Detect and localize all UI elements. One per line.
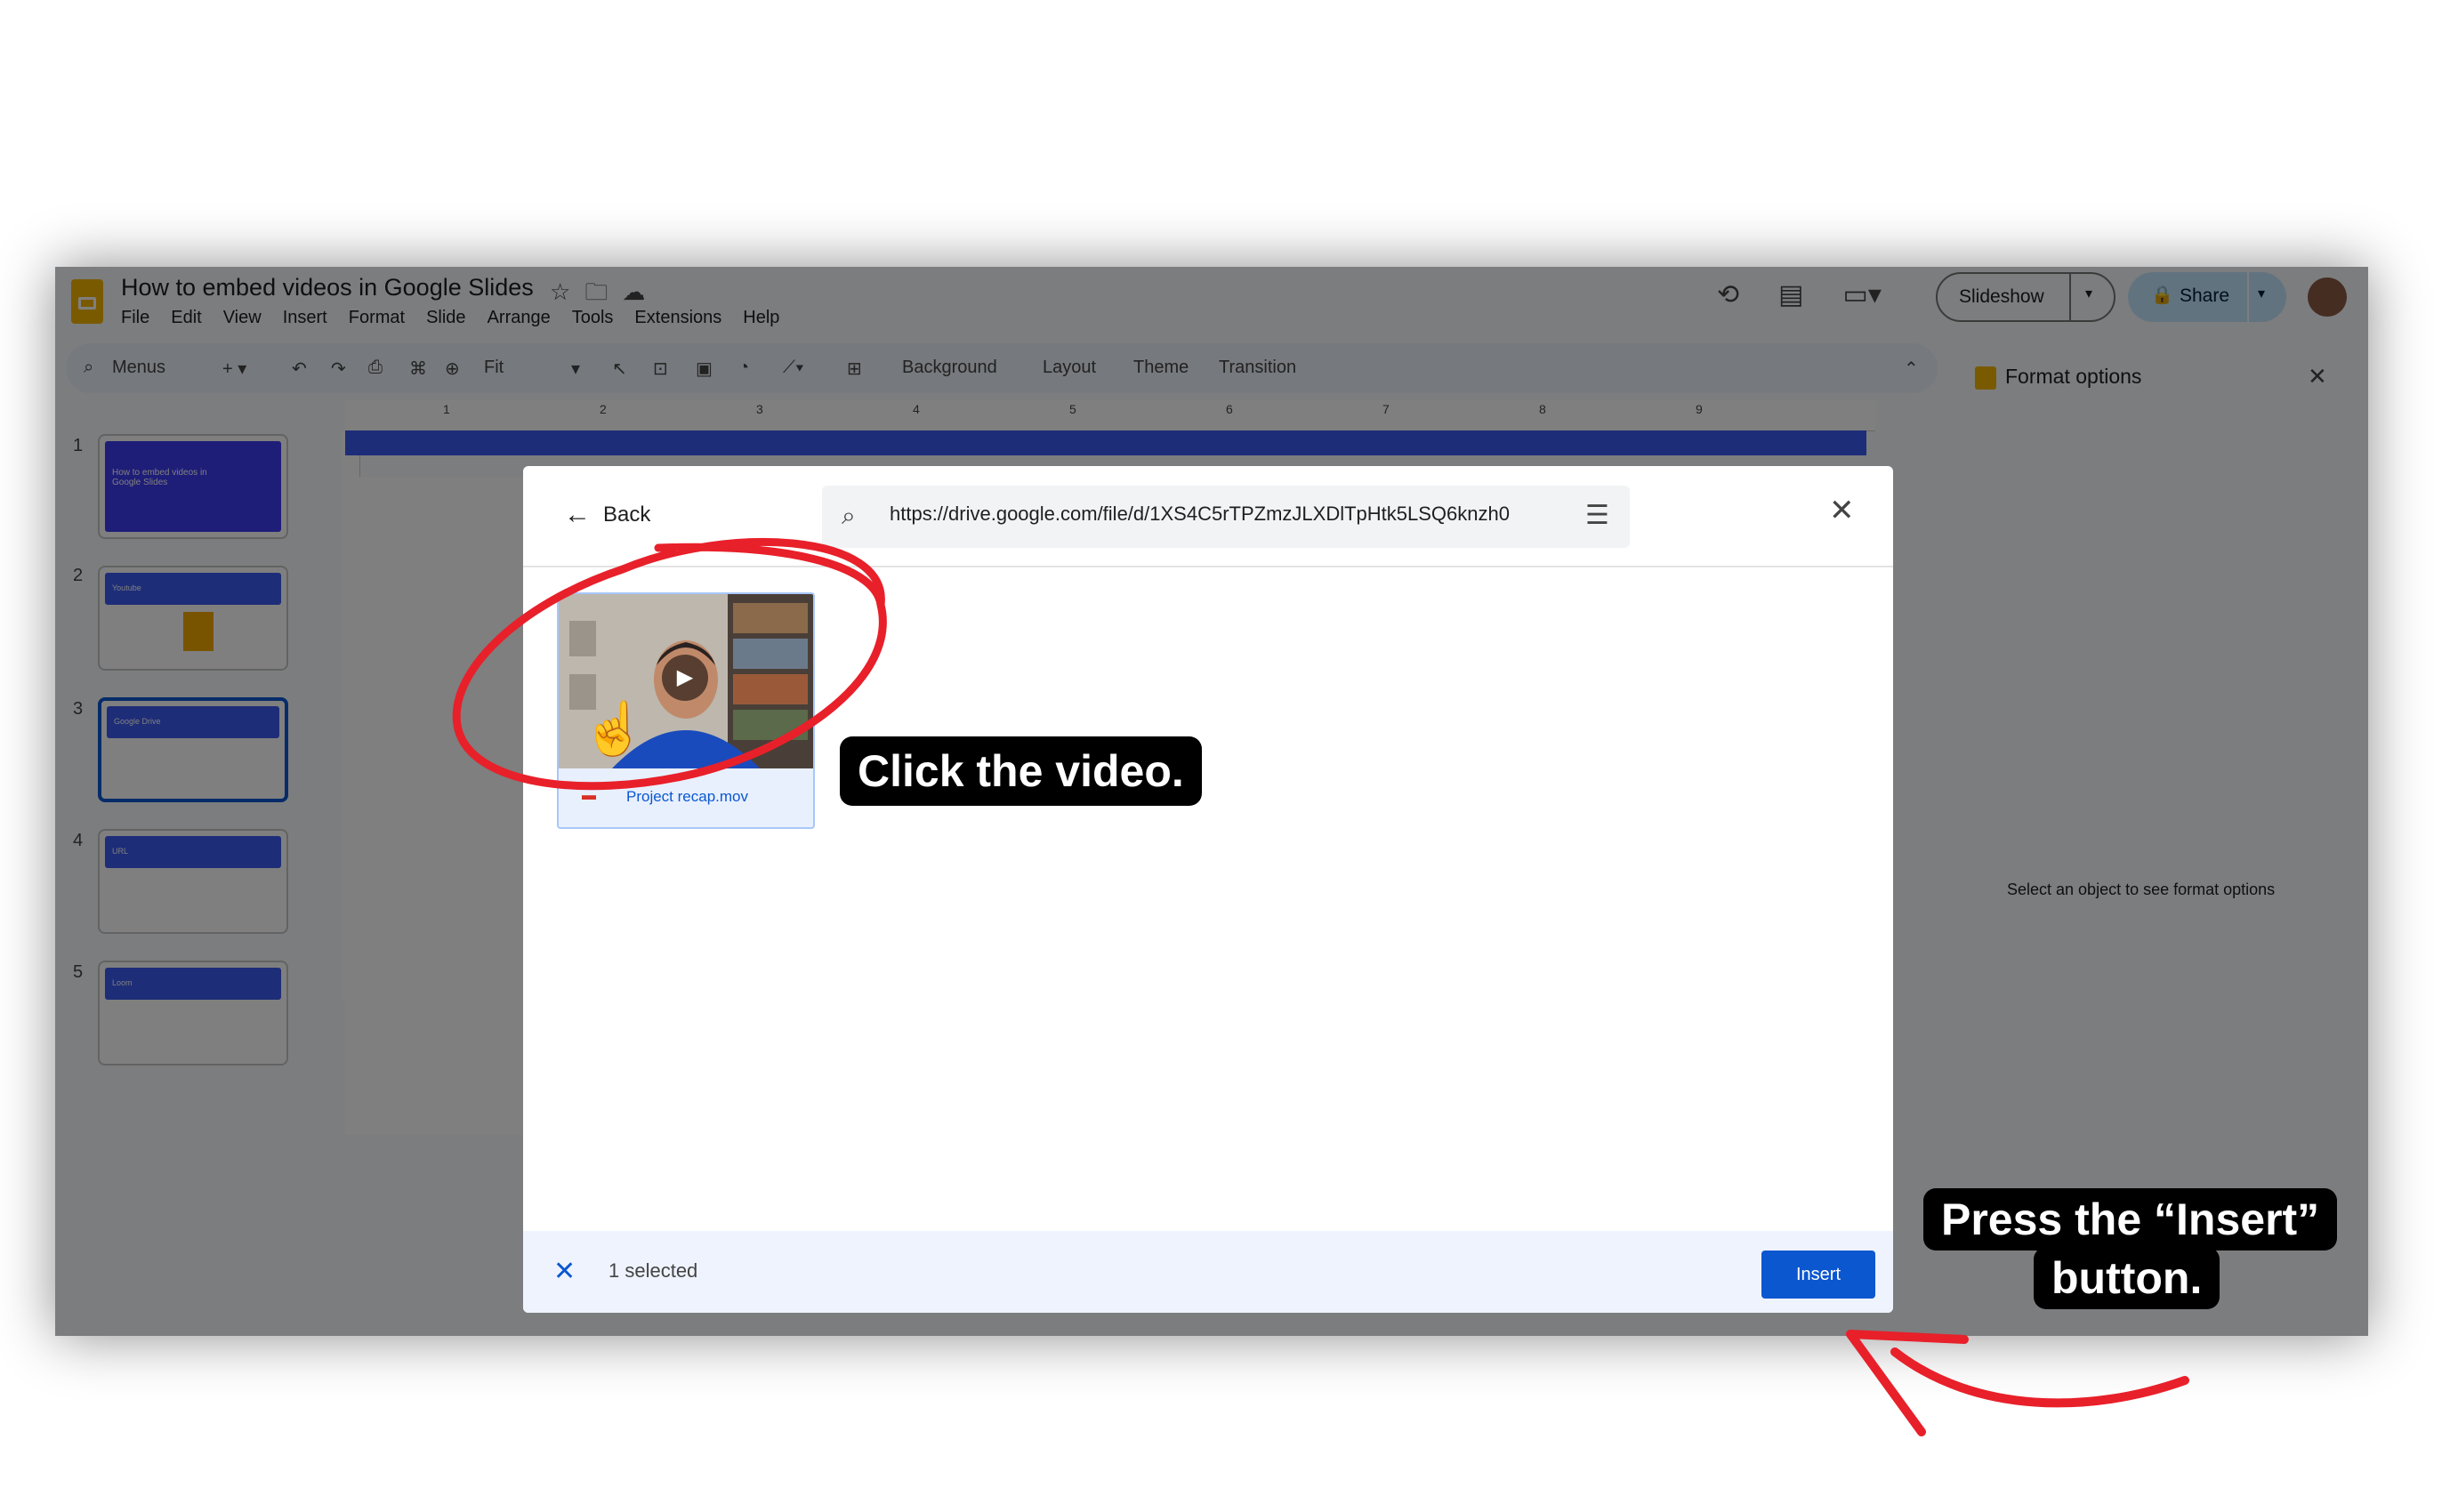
callout-click-video: Click the video. [840, 736, 1202, 806]
callout-press-insert: Press the “Insert” [1923, 1188, 2338, 1251]
arrow-annotation [1890, 1347, 2189, 1408]
circle-annotation [452, 537, 887, 791]
callout-press-insert-line2: button. [2034, 1247, 2220, 1309]
